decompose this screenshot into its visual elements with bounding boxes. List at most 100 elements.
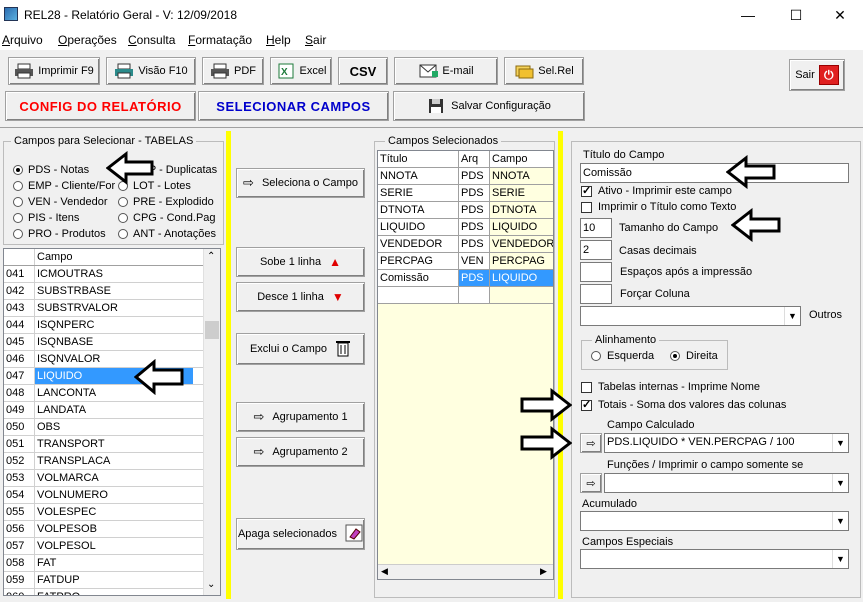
selected-cell-campo[interactable]: VENDEDOR (490, 236, 553, 253)
scroll-left-icon[interactable]: ◀ (381, 566, 388, 577)
selected-cell-title[interactable]: PERCPAG (378, 253, 459, 270)
preview-button[interactable]: Visão F10 (106, 57, 196, 85)
chevron-down-icon[interactable]: ▼ (784, 307, 800, 325)
menu-formatacao[interactable]: Formatação (188, 33, 252, 47)
selected-cell-arq[interactable]: PDS (459, 185, 490, 202)
selected-cell-title[interactable]: VENDEDOR (378, 236, 459, 253)
selected-cell-arq[interactable]: PDS (459, 219, 490, 236)
minimize-button[interactable]: — (725, 0, 771, 30)
exit-button[interactable]: Sair ⏻ (789, 59, 845, 91)
decimals-input[interactable]: 2 (580, 240, 612, 260)
selrel-button[interactable]: Sel.Rel (504, 57, 584, 85)
align-left-radio[interactable] (591, 351, 601, 361)
functions-select[interactable]: ▼ (604, 473, 849, 493)
selected-cell-campo[interactable]: NNOTA (490, 168, 553, 185)
field-row[interactable]: 056 VOLPESOB (4, 521, 204, 538)
title-field-input[interactable]: Comissão (580, 163, 849, 183)
print-button[interactable]: Imprimir F9 (8, 57, 100, 85)
excel-button[interactable]: X Excel (270, 57, 332, 85)
scroll-thumb[interactable] (205, 321, 219, 339)
selected-cell-title[interactable]: NNOTA (378, 168, 459, 185)
move-up-button[interactable]: Sobe 1 linha ▲ (236, 247, 365, 277)
functions-arrow-button[interactable]: ⇨ (580, 473, 602, 493)
others-select[interactable]: ▼ (580, 306, 801, 326)
selected-cell-arq[interactable]: PDS (459, 168, 490, 185)
field-row[interactable]: 058 FAT (4, 555, 204, 572)
select-field-button[interactable]: ⇨ Seleciona o Campo (236, 168, 365, 198)
select-fields-button[interactable]: SELECIONAR CAMPOS (198, 91, 389, 121)
calc-chevron-down-icon[interactable]: ▼ (832, 434, 848, 452)
radio-emp[interactable] (13, 181, 23, 191)
csv-button[interactable]: CSV (338, 57, 388, 85)
radio-pro[interactable] (13, 229, 23, 239)
force-column-input[interactable] (580, 284, 612, 304)
radio-ven[interactable] (13, 197, 23, 207)
field-row[interactable]: 045 ISQNBASE (4, 334, 204, 351)
special-chevron-down-icon[interactable]: ▼ (832, 550, 848, 568)
special-fields-select[interactable]: ▼ (580, 549, 849, 569)
selected-cell-arq[interactable]: PDS (459, 236, 490, 253)
radio-pds[interactable] (13, 165, 23, 175)
field-row[interactable]: 051 TRANSPORT (4, 436, 204, 453)
group2-button[interactable]: ⇨ Agrupamento 2 (236, 437, 365, 467)
selected-cell-campo[interactable]: PERCPAG (490, 253, 553, 270)
accumulated-chevron-down-icon[interactable]: ▼ (832, 512, 848, 530)
field-row[interactable]: 057 VOLPESOL (4, 538, 204, 555)
radio-cpg[interactable] (118, 213, 128, 223)
totals-checkbox[interactable] (581, 398, 592, 411)
calc-arrow-button[interactable]: ⇨ (580, 433, 602, 453)
selected-empty-cell[interactable] (490, 287, 553, 304)
selected-cell-campo[interactable]: DTNOTA (490, 202, 553, 219)
clear-selected-button[interactable]: Apaga selecionados (236, 518, 365, 550)
selected-cell-title[interactable]: DTNOTA (378, 202, 459, 219)
print-title-checkbox[interactable] (581, 202, 592, 213)
field-row[interactable]: 050 OBS (4, 419, 204, 436)
field-row[interactable]: 052 TRANSPLACA (4, 453, 204, 470)
selected-cell-campo[interactable]: LIQUIDO (490, 219, 553, 236)
selected-cell-title[interactable]: Comissão (378, 270, 459, 287)
close-window-button[interactable]: ✕ (817, 0, 863, 30)
email-button[interactable]: E-mail (394, 57, 498, 85)
field-row[interactable]: 042 SUBSTRBASE (4, 283, 204, 300)
spaces-input[interactable] (580, 262, 612, 282)
align-right-radio[interactable] (670, 351, 680, 361)
size-input[interactable]: 10 (580, 218, 612, 238)
maximize-button[interactable]: ☐ (773, 0, 819, 30)
menu-help[interactable]: Help (266, 33, 291, 47)
selected-cell-arq[interactable]: VEN (459, 253, 490, 270)
field-row[interactable]: 044 ISQNPERC (4, 317, 204, 334)
radio-pre[interactable] (118, 197, 128, 207)
field-row[interactable]: 053 VOLMARCA (4, 470, 204, 487)
field-row[interactable]: 059 FATDUP (4, 572, 204, 589)
active-checkbox[interactable] (581, 184, 592, 197)
save-config-button[interactable]: Salvar Configuração (393, 91, 585, 121)
grid-hscrollbar[interactable]: ◀ ▶ (378, 564, 553, 579)
selected-cell-title[interactable]: LIQUIDO (378, 219, 459, 236)
selected-cell-campo[interactable]: SERIE (490, 185, 553, 202)
menu-arquivo[interactable]: Arquivo (2, 33, 43, 47)
field-row[interactable]: 055 VOLESPEC (4, 504, 204, 521)
radio-pis[interactable] (13, 213, 23, 223)
field-list-scrollbar[interactable]: ⌃ ⌄ (203, 249, 220, 595)
field-row[interactable]: 060FATPRO (4, 589, 204, 595)
move-down-button[interactable]: Desce 1 linha ▼ (236, 282, 365, 312)
selected-cell-campo[interactable]: LIQUIDO (490, 270, 553, 287)
selected-fields-grid[interactable]: Título Arq Campo NNOTA PDS NNOTA SERIE PDS SE… (377, 150, 554, 580)
scroll-right-icon[interactable]: ▶ (540, 566, 547, 577)
field-row[interactable]: 043 SUBSTRVALOR (4, 300, 204, 317)
selected-empty-cell[interactable] (459, 287, 490, 304)
selected-empty-cell[interactable] (378, 287, 459, 304)
delete-field-button[interactable]: Exclui o Campo (236, 333, 365, 365)
scroll-up-icon[interactable]: ⌃ (207, 251, 215, 262)
selected-cell-arq[interactable]: PDS (459, 202, 490, 219)
menu-consulta[interactable]: Consulta (128, 33, 175, 47)
selected-cell-title[interactable]: SERIE (378, 185, 459, 202)
menu-operacoes[interactable]: Operações (58, 33, 117, 47)
menu-sair[interactable]: Sair (305, 33, 326, 47)
accumulated-select[interactable]: ▼ (580, 511, 849, 531)
selected-cell-arq[interactable]: PDS (459, 270, 490, 287)
field-row[interactable]: 041 ICMOUTRAS (4, 266, 204, 283)
internal-tables-checkbox[interactable] (581, 382, 592, 393)
calc-field-select[interactable]: PDS.LIQUIDO * VEN.PERCPAG / 100 ▼ (604, 433, 849, 453)
config-report-button[interactable]: CONFIG DO RELATÓRIO (5, 91, 196, 121)
